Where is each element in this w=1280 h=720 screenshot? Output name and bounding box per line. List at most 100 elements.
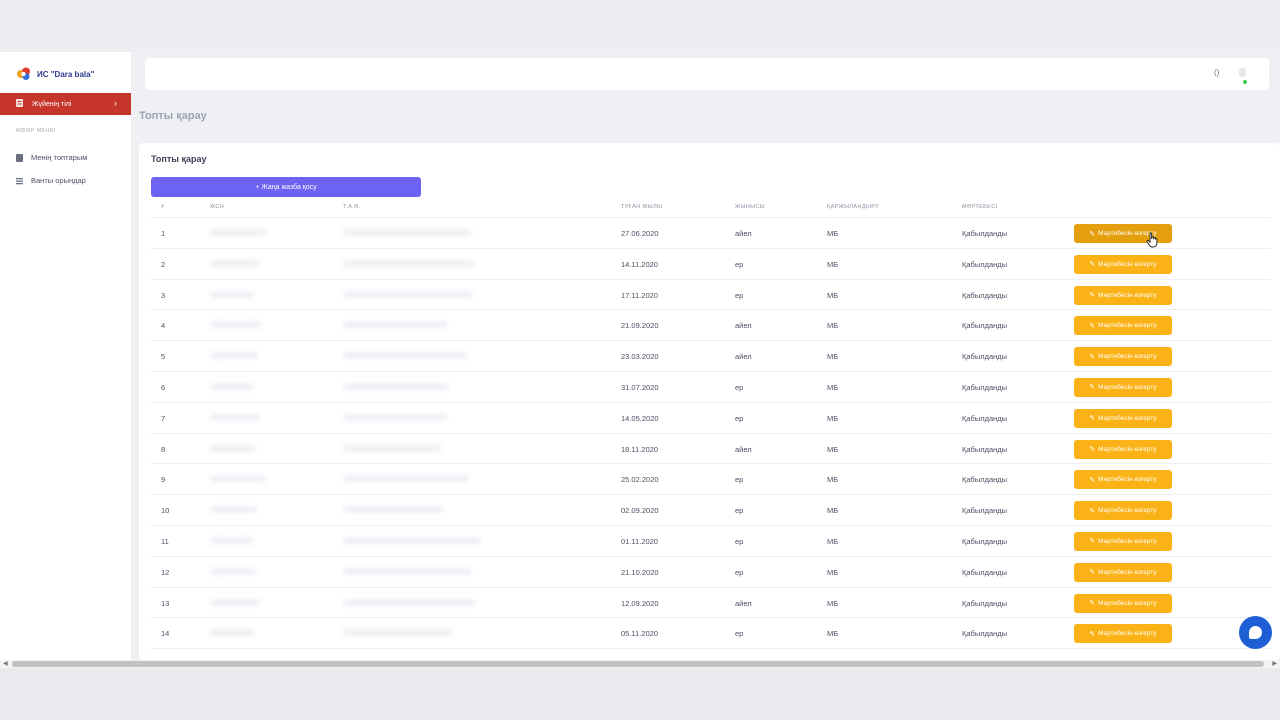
sidebar-item-label: Ванты орындар — [31, 176, 86, 185]
gender-cell: ер — [735, 290, 744, 300]
pencil-icon: ✎ — [1089, 261, 1096, 269]
change-status-label: Мәртебесін өзгерту — [1098, 537, 1157, 545]
column-header-birth-date[interactable]: ТУҒАН ЖЫЛЫ — [621, 204, 662, 210]
change-status-label: Мәртебесін өзгерту — [1098, 568, 1157, 576]
funding-cell: МБ — [827, 352, 839, 362]
change-status-button[interactable]: ✎ Мәртебесін өзгерту — [1074, 501, 1172, 521]
name-redacted — [343, 321, 447, 329]
status-cell: Қабылданды — [962, 475, 1008, 485]
brand-logo[interactable]: ИС "Dara bala" — [16, 66, 94, 82]
name-redacted — [343, 290, 473, 298]
change-status-button[interactable]: ✎ Мәртебесін өзгерту — [1074, 593, 1172, 613]
sidebar: ИС "Dara bala" Жүйенің тілі › МӘЗІР МЕНЮ… — [0, 52, 131, 660]
row-number: 6 — [161, 382, 166, 392]
group-view-card: Топты қарау + Жаңа жазба қосу # ЖСН Т.А.… — [139, 143, 1280, 660]
birth-date-cell: 14.11.2020 — [621, 259, 658, 269]
iin-redacted — [210, 259, 260, 267]
change-status-button[interactable]: ✎ Мәртебесін өзгерту — [1074, 531, 1172, 551]
sidebar-item-system-language[interactable]: Жүйенің тілі › — [0, 93, 131, 115]
change-status-button[interactable]: ✎ Мәртебесін өзгерту — [1074, 408, 1172, 428]
iin-redacted — [210, 629, 254, 637]
birth-date-cell: 05.11.2020 — [621, 629, 658, 639]
status-cell: Қабылданды — [962, 229, 1008, 238]
pencil-icon: ✎ — [1089, 507, 1096, 515]
iin-redacted — [210, 352, 258, 360]
gender-cell: айел — [735, 352, 752, 362]
change-status-button[interactable]: ✎ Мәртебесін өзгерту — [1074, 285, 1172, 305]
iin-redacted — [210, 444, 256, 452]
scroll-right-icon[interactable]: ▶ — [1272, 660, 1277, 667]
name-redacted — [343, 536, 481, 544]
gender-cell: айел — [735, 598, 752, 608]
name-redacted — [343, 382, 449, 390]
pencil-icon: ✎ — [1089, 292, 1096, 300]
table-row: 13 12.09.2020 айел МБ Қабылданды ✎ Мәртебесін … — [151, 588, 1271, 619]
row-number: 12 — [161, 567, 170, 577]
iin-redacted — [210, 506, 258, 514]
dara-bala-logo-icon — [16, 66, 32, 82]
pencil-icon: ✎ — [1089, 353, 1096, 361]
pencil-icon: ✎ — [1089, 384, 1096, 392]
scroll-left-icon[interactable]: ◀ — [3, 660, 8, 667]
horizontal-scrollbar[interactable]: ◀ ▶ — [0, 660, 1280, 668]
iin-redacted — [210, 290, 254, 298]
funding-cell: МБ — [827, 290, 839, 300]
change-status-button[interactable]: ✎ Мәртебесін өзгерту — [1074, 470, 1172, 490]
column-header-gender[interactable]: ЖЫНЫСЫ — [735, 204, 765, 210]
birth-date-cell: 27.06.2020 — [621, 229, 659, 238]
change-status-button[interactable]: ✎ Мәртебесін өзгерту — [1074, 316, 1172, 336]
change-status-label: Мәртебесін өзгерту — [1098, 353, 1157, 361]
birth-date-cell: 21.09.2020 — [621, 321, 659, 331]
column-header-funding[interactable]: ҚАРЖЫЛАНДЫРУ — [827, 204, 879, 210]
column-header-number[interactable]: # — [161, 204, 164, 210]
table-row: 1 27.06.2020 айел МБ Қабылданды ✎ Мәртебесін ө… — [151, 218, 1271, 249]
change-status-button[interactable]: ✎ Мәртебесін өзгерту — [1074, 624, 1172, 644]
gender-cell: айел — [735, 444, 752, 454]
change-status-button[interactable]: ✎ Мәртебесін өзгерту — [1074, 562, 1172, 582]
row-number: 14 — [161, 629, 170, 639]
status-cell: Қабылданды — [962, 290, 1008, 300]
change-status-button[interactable]: ✎ Мәртебесін өзгерту — [1074, 254, 1172, 274]
change-status-label: Мәртебесін өзгерту — [1098, 630, 1157, 638]
document-icon — [16, 153, 23, 162]
gender-cell: ер — [735, 259, 744, 269]
gender-cell: айел — [735, 321, 752, 331]
browser-top-area — [0, 0, 1280, 52]
table-row: 3 17.11.2020 ер МБ Қабылданды ✎ Мәртебесін өзг… — [151, 280, 1271, 311]
chat-button[interactable] — [1239, 616, 1272, 649]
row-number: 13 — [161, 598, 170, 608]
change-status-label: Мәртебесін өзгерту — [1098, 260, 1157, 268]
change-status-label: Мәртебесін өзгерту — [1098, 414, 1157, 422]
pencil-icon: ✎ — [1089, 230, 1096, 238]
column-header-status[interactable]: МӘРТЕБЕСІ — [962, 204, 998, 210]
sidebar-item-my-groups[interactable]: Менің топтарым — [16, 153, 87, 162]
user-avatar-icon[interactable] — [1239, 68, 1246, 77]
funding-cell: МБ — [827, 598, 839, 608]
change-status-button[interactable]: ✎ Мәртебесін өзгерту — [1074, 347, 1172, 367]
pencil-icon: ✎ — [1089, 415, 1096, 423]
row-number: 11 — [161, 536, 169, 546]
status-cell: Қабылданды — [962, 629, 1008, 639]
sidebar-item-vacant-places[interactable]: Ванты орындар — [16, 176, 86, 185]
row-number: 1 — [161, 229, 166, 238]
change-status-button[interactable]: ✎ Мәртебесін өзгерту — [1074, 377, 1172, 397]
chevron-right-icon: › — [114, 98, 117, 108]
table-row: 12 21.10.2020 ер МБ Қабылданды ✎ Мәртебесін өз… — [151, 557, 1271, 588]
column-header-iin[interactable]: ЖСН — [210, 204, 224, 210]
change-status-button[interactable]: ✎ Мәртебесін өзгерту — [1074, 439, 1172, 459]
gender-cell: ер — [735, 475, 744, 485]
scrollbar-thumb[interactable] — [12, 661, 1264, 667]
hand-pointer-icon — [1146, 232, 1158, 248]
add-new-record-button[interactable]: + Жаңа жазба қосу — [151, 177, 421, 197]
pencil-icon: ✎ — [1089, 569, 1096, 577]
page-title: Топты қарау — [139, 110, 207, 122]
sidebar-item-label: Менің топтарым — [31, 153, 88, 162]
birth-date-cell: 21.10.2020 — [621, 567, 659, 577]
gender-cell: айел — [735, 229, 752, 238]
birth-date-cell: 02.09.2020 — [621, 506, 659, 516]
iin-redacted — [210, 475, 266, 483]
table-row: 2 14.11.2020 ер МБ Қабылданды ✎ Мәртебесін өзг… — [151, 249, 1271, 280]
column-header-full-name[interactable]: Т.А.Ә. — [343, 204, 361, 210]
status-cell: Қабылданды — [962, 444, 1008, 454]
gender-cell: ер — [735, 536, 744, 546]
